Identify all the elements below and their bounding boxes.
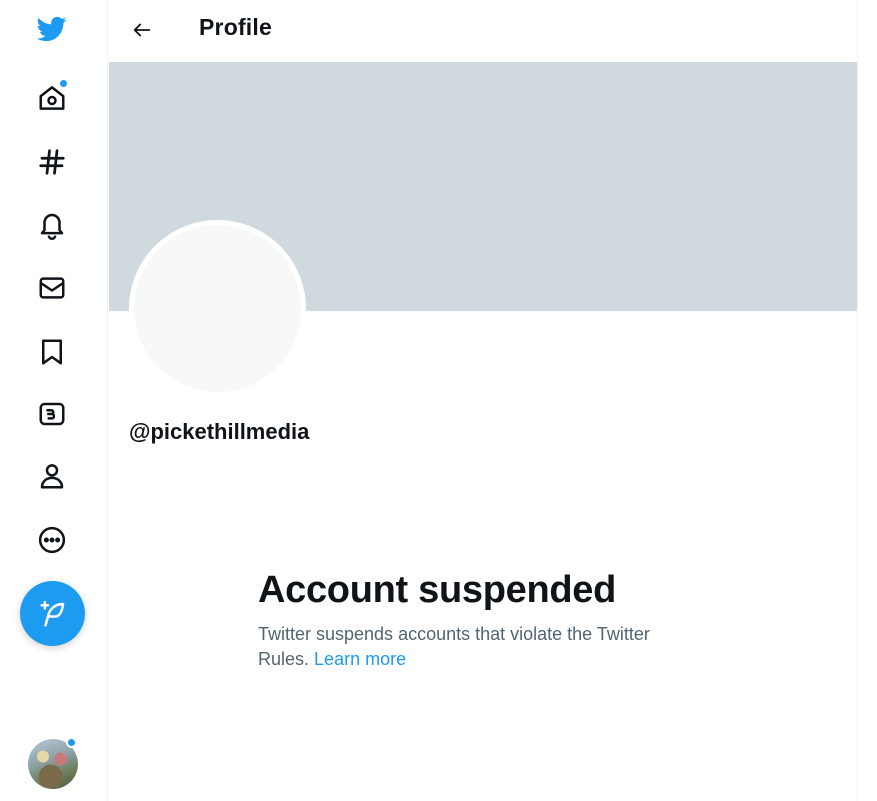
feather-plus-icon <box>40 600 64 626</box>
twitter-logo-icon[interactable] <box>25 2 79 56</box>
suspension-heading: Account suspended <box>258 569 617 611</box>
compose-tweet-button[interactable] <box>20 581 85 646</box>
home-notification-dot <box>59 79 68 88</box>
mail-icon[interactable] <box>25 261 79 315</box>
nav-rail <box>0 0 108 801</box>
suspension-notice: Account suspended Twitter suspends accou… <box>258 568 698 672</box>
bookmark-icon[interactable] <box>25 325 79 379</box>
more-icon[interactable] <box>25 513 79 567</box>
back-button[interactable] <box>124 12 160 48</box>
account-notification-dot <box>66 737 77 748</box>
profile-icon[interactable] <box>25 449 79 503</box>
home-icon[interactable] <box>25 71 79 125</box>
profile-handle: @pickethillmedia <box>129 419 310 444</box>
suspension-message: Twitter suspends accounts that violate t… <box>258 622 698 672</box>
learn-more-link[interactable]: Learn more <box>314 649 406 669</box>
profile-header: Profile <box>108 0 857 62</box>
arrow-left-icon <box>133 23 151 37</box>
twitter-blue-icon[interactable] <box>25 387 79 441</box>
hashtag-icon[interactable] <box>25 135 79 189</box>
page-title: Profile <box>199 14 272 40</box>
bell-icon[interactable] <box>25 198 79 252</box>
profile-picture <box>129 220 306 397</box>
profile-column: Profile @pickethillmedia Account suspend… <box>108 0 858 801</box>
